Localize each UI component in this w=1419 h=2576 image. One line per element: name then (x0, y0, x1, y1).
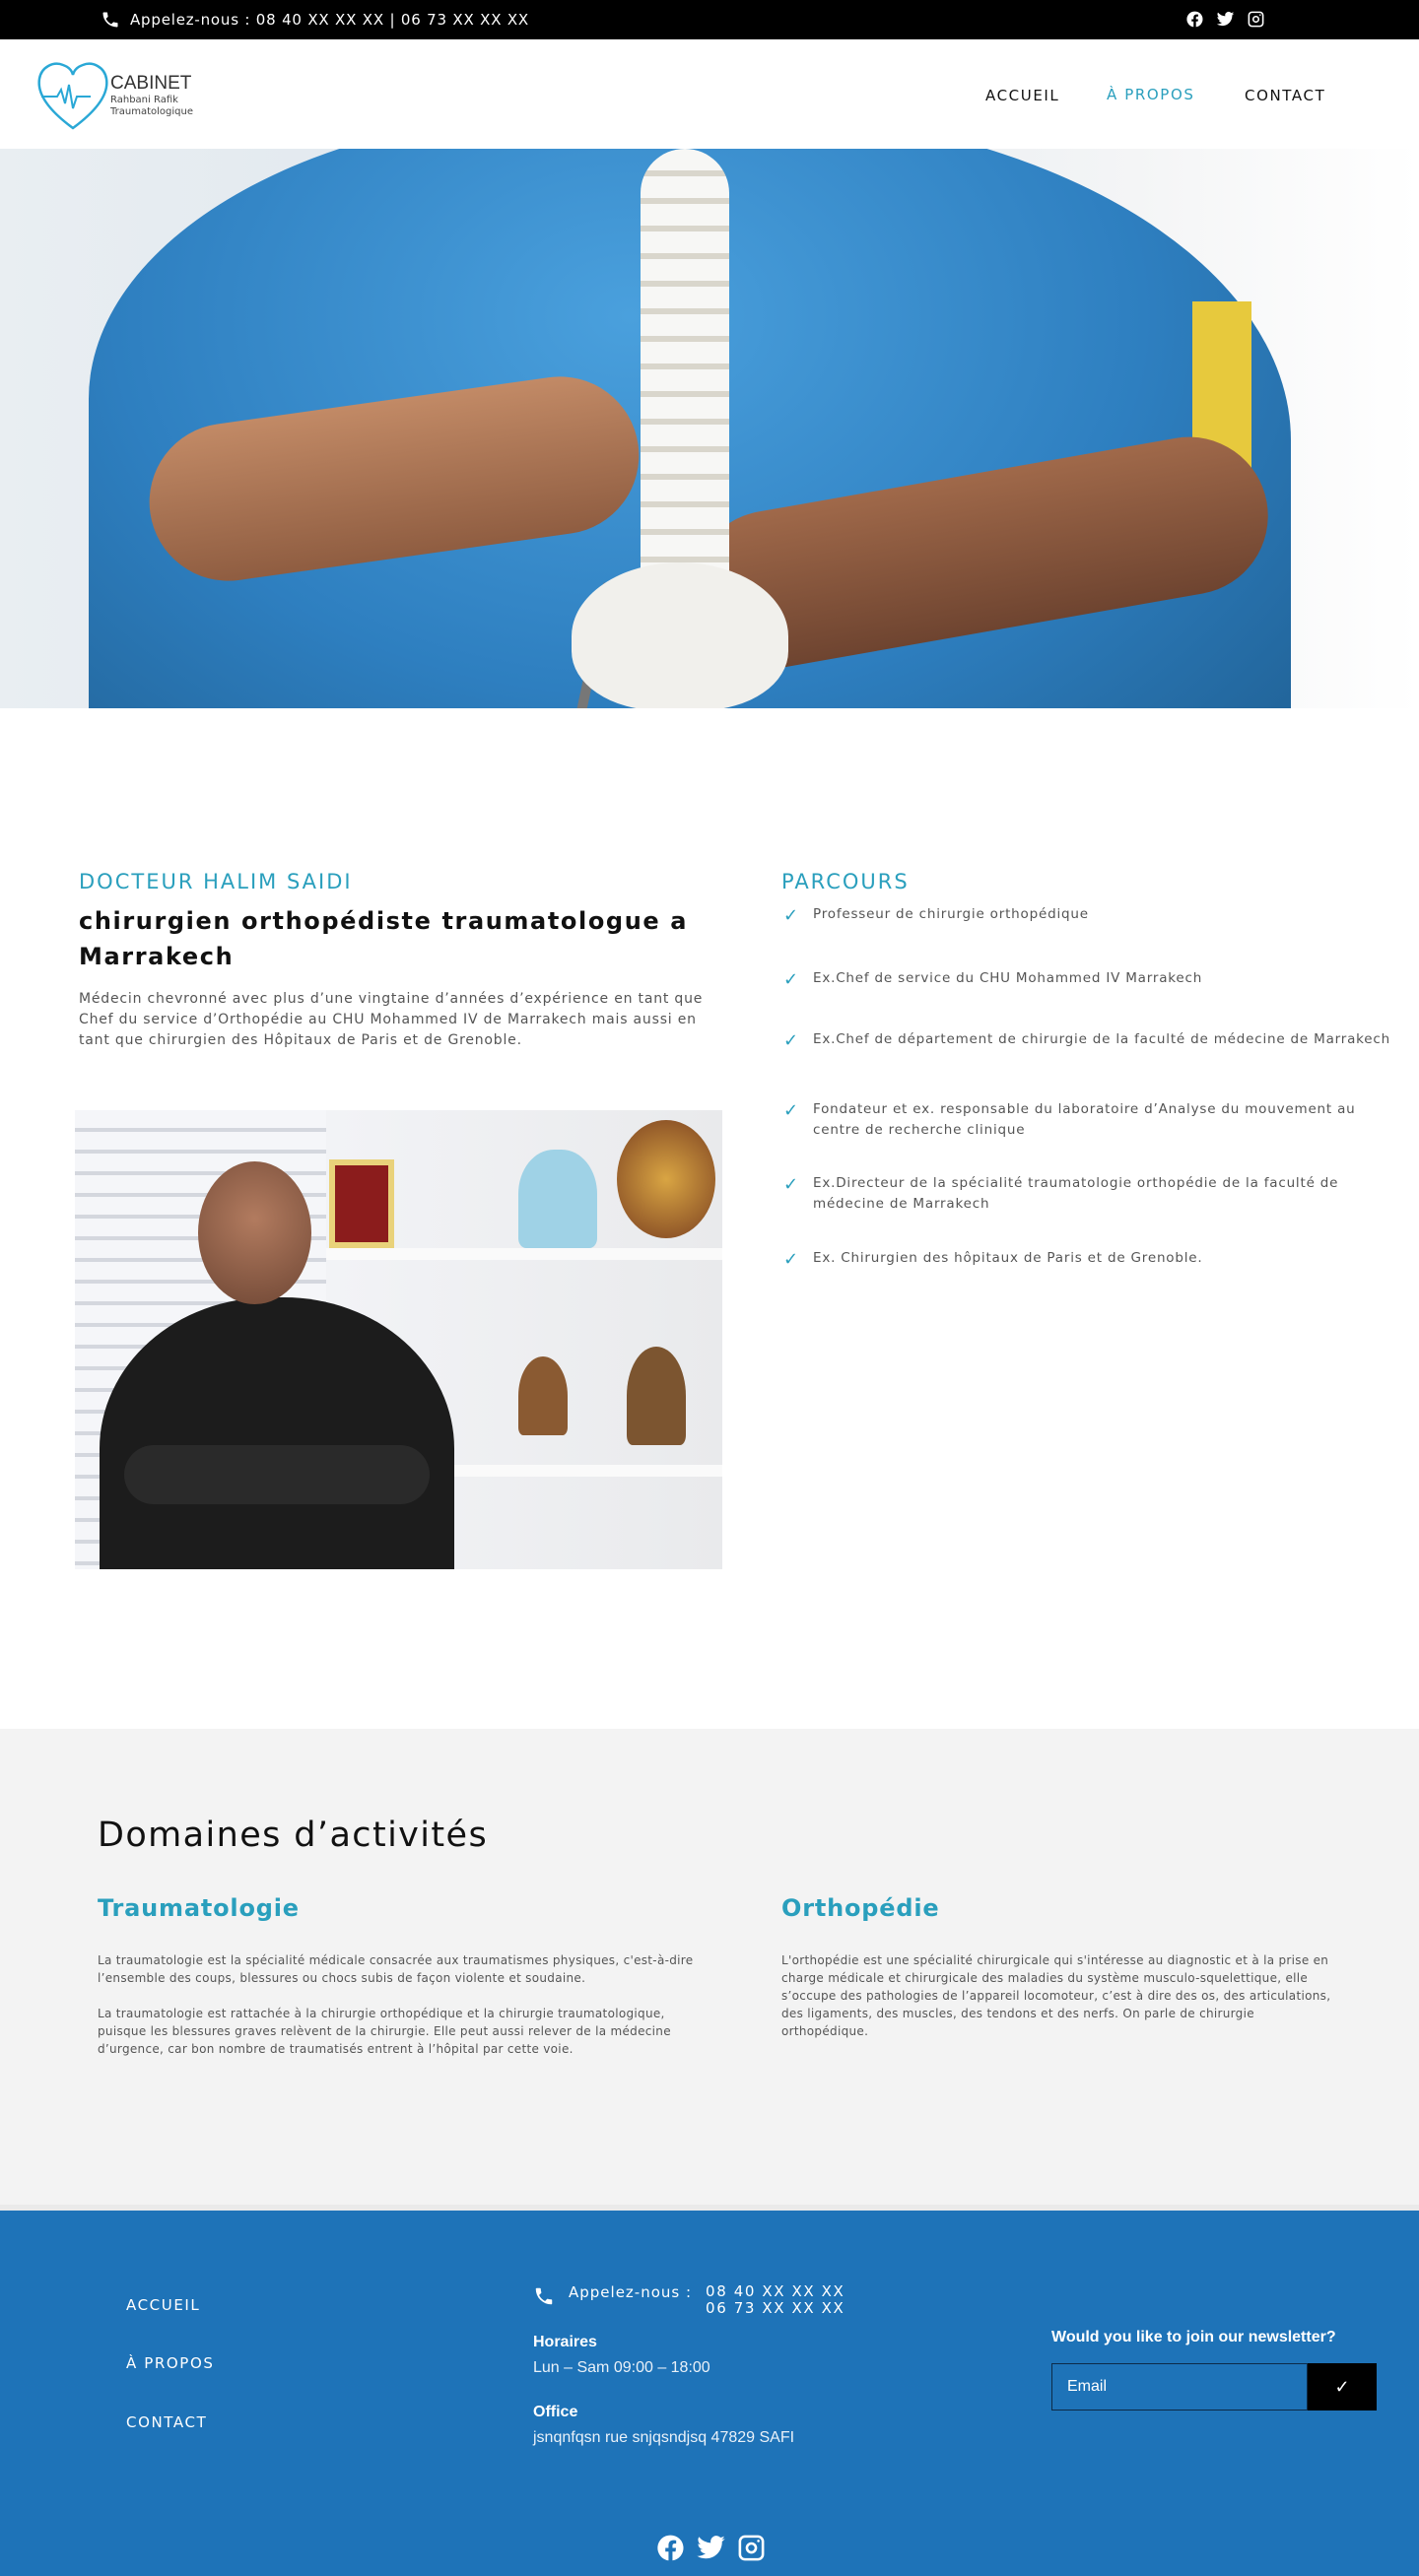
photo-trophy-glass (518, 1150, 597, 1248)
traumatologie-title: Traumatologie (98, 1894, 300, 1922)
logo-sub-name: Rahbani Rafik (110, 95, 178, 105)
check-icon: ✓ (783, 1100, 799, 1121)
footer-office-label: Office (533, 2404, 578, 2420)
parcours-item: ✓ Professeur de chirurgie orthopédique (783, 904, 1394, 928)
footer-phone[interactable]: Appelez-nous : 08 40 XX XX XX 06 73 XX X… (533, 2283, 845, 2317)
site-header: CABINET Rahbani Rafik Traumatologique (0, 39, 1419, 149)
parcours-item: ✓ Ex.Chef de service du CHU Mohammed IV … (783, 968, 1394, 992)
logo-brand: CABINET (110, 73, 192, 94)
topbar-socials (1185, 10, 1265, 29)
newsletter-question: Would you like to join our newsletter? (1051, 2329, 1336, 2345)
orthopedie-paragraph-1: L'orthopédie est une spécialité chirurgi… (781, 1953, 1331, 2038)
check-icon: ✓ (783, 1030, 799, 1051)
footer-office-value: jsnqnfqsn rue snjqsndjsq 47829 SAFI (533, 2429, 795, 2446)
newsletter-email-input[interactable] (1051, 2363, 1308, 2411)
instagram-icon[interactable] (1247, 10, 1265, 29)
checkmark-icon: ✓ (1334, 2376, 1350, 2397)
footer-phone-2: 06 73 XX XX XX (706, 2299, 845, 2317)
photo-plaque (329, 1159, 394, 1248)
photo-shelf-top (326, 1248, 722, 1260)
heart-pulse-icon (37, 62, 108, 130)
doctor-specialty: chirurgien orthopédiste traumatologue a … (79, 907, 689, 970)
top-bar: Appelez-nous : 08 40 XX XX XX | 06 73 XX… (0, 0, 1419, 39)
topbar-phone[interactable]: Appelez-nous : 08 40 XX XX XX | 06 73 XX… (101, 10, 529, 30)
nav-a-propos[interactable]: À PROPOS (1107, 86, 1194, 103)
parcours-text: Fondateur et ex. responsable du laborato… (813, 1101, 1356, 1138)
phone-icon (535, 2287, 553, 2305)
nav-accueil[interactable]: ACCUEIL (985, 87, 1059, 104)
footer-hours-label: Horaires (533, 2334, 597, 2350)
nav-contact[interactable]: CONTACT (1245, 87, 1325, 104)
domains-section: Domaines d’activités Traumatologie La tr… (0, 1729, 1419, 2205)
site-footer: ACCUEIL À PROPOS CONTACT Appelez-nous : … (0, 2205, 1419, 2576)
check-icon: ✓ (783, 905, 799, 926)
parcours-text: Ex.Chef de service du CHU Mohammed IV Ma… (813, 970, 1203, 986)
orthopedie-text: L'orthopédie est une spécialité chirurgi… (781, 1951, 1333, 2058)
parcours-text: Ex.Directeur de la spécialité traumatolo… (813, 1175, 1339, 1212)
parcours-item: ✓ Ex. Chirurgien des hôpitaux de Paris e… (783, 1248, 1394, 1272)
traumatologie-paragraph-2: La traumatologie est rattachée à la chir… (98, 2007, 671, 2056)
footer-link-accueil[interactable]: ACCUEIL (126, 2296, 200, 2314)
footer-socials (655, 2533, 767, 2563)
check-icon: ✓ (783, 1174, 799, 1195)
phone-icon (102, 12, 118, 28)
check-icon: ✓ (783, 969, 799, 990)
photo-trophy-plate (617, 1120, 715, 1238)
photo-trophy-tree-1 (518, 1356, 568, 1435)
check-icon: ✓ (783, 1249, 799, 1270)
parcours-text: Ex. Chirurgien des hôpitaux de Paris et … (813, 1250, 1203, 1266)
facebook-icon[interactable] (655, 2533, 686, 2563)
domains-title: Domaines d’activités (98, 1816, 489, 1855)
photo-doctor-head (198, 1161, 311, 1304)
footer-phone-1: 08 40 XX XX XX (706, 2282, 845, 2300)
parcours-text: Professeur de chirurgie orthopédique (813, 906, 1089, 922)
orthopedie-title: Orthopédie (781, 1894, 940, 1922)
footer-call-label: Appelez-nous : (569, 2283, 693, 2301)
parcours-item: ✓ Ex.Chef de département de chirurgie de… (783, 1029, 1394, 1053)
footer-hours-value: Lun – Sam 09:00 – 18:00 (533, 2359, 710, 2376)
photo-doctor-arms (124, 1445, 430, 1504)
parcours-item: ✓ Ex.Directeur de la spécialité traumato… (783, 1173, 1394, 1215)
hero-pelvis-model (572, 562, 788, 708)
twitter-icon[interactable] (1216, 10, 1235, 29)
footer-link-a-propos[interactable]: À PROPOS (126, 2354, 214, 2372)
parcours-text: Ex.Chef de département de chirurgie de l… (813, 1031, 1390, 1047)
instagram-icon[interactable] (736, 2533, 767, 2563)
newsletter-submit-button[interactable]: ✓ (1308, 2363, 1377, 2411)
twitter-icon[interactable] (696, 2533, 726, 2563)
photo-doctor-body (100, 1297, 454, 1569)
doctor-name: DOCTEUR HALIM SAIDI (79, 870, 353, 893)
traumatologie-text: La traumatologie est la spécialité médic… (98, 1951, 709, 2076)
footer-link-contact[interactable]: CONTACT (126, 2413, 207, 2431)
newsletter-form: ✓ (1051, 2363, 1377, 2411)
photo-trophy-tree-2 (627, 1347, 686, 1445)
doctor-description: Médecin chevronné avec plus d’une vingta… (79, 991, 704, 1048)
parcours-title: PARCOURS (781, 870, 910, 893)
parcours-item: ✓ Fondateur et ex. responsable du labora… (783, 1099, 1394, 1141)
photo-shelf-bottom (449, 1465, 722, 1477)
topbar-phone-text: Appelez-nous : 08 40 XX XX XX | 06 73 XX… (130, 11, 530, 29)
hero-image (0, 149, 1419, 708)
traumatologie-paragraph-1: La traumatologie est la spécialité médic… (98, 1953, 694, 1985)
logo[interactable]: CABINET Rahbani Rafik Traumatologique (34, 55, 201, 136)
facebook-icon[interactable] (1185, 10, 1204, 29)
doctor-photo (75, 1110, 722, 1569)
logo-sub-type: Traumatologique (110, 106, 193, 117)
